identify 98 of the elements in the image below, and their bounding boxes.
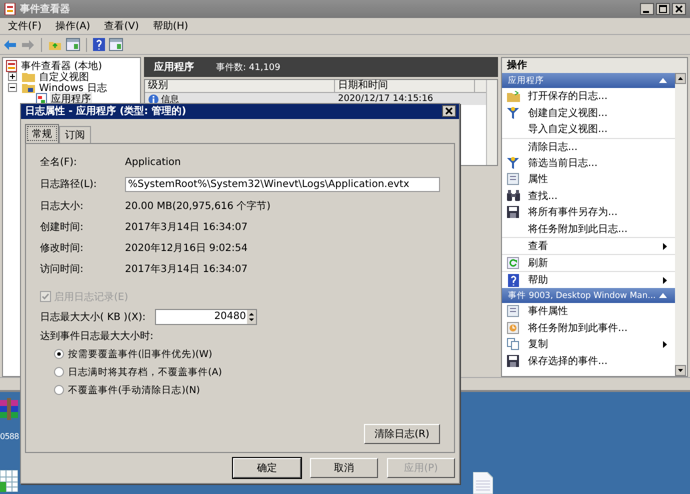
size-spinner[interactable]: 20480 (155, 308, 257, 325)
column-header[interactable]: 级别 (145, 80, 335, 92)
app-icon (4, 3, 16, 15)
tree-item[interactable]: Windows 日志 (38, 80, 108, 94)
menu-item[interactable]: 查看(V) (104, 19, 139, 33)
checkbox-label: 启用日志记录(E) (54, 290, 128, 304)
window-title: 事件查看器 (20, 2, 70, 16)
field-label: 访问时间: (40, 262, 84, 276)
log-title: 应用程序 (154, 60, 194, 74)
radio-label: 日志满时将其存档，不覆盖事件(A) (68, 366, 222, 379)
radio-button[interactable] (54, 367, 64, 378)
policy-label: 达到事件日志最大大小时: (40, 330, 154, 343)
clear-log-button[interactable]: 清除日志(R) (364, 424, 440, 444)
spreadsheet-icon[interactable] (0, 470, 18, 492)
field-value: 2017年3月14日 16:34:07 (125, 262, 249, 276)
tab[interactable]: 订阅 (59, 126, 91, 143)
field-label: 日志路径(L): (40, 178, 98, 191)
actions-title: 操作 (502, 58, 687, 73)
spin-arrows-icon[interactable] (247, 310, 256, 324)
collapse-caret-icon[interactable] (659, 78, 667, 83)
section-header[interactable]: 应用程序 (502, 73, 675, 88)
section-header[interactable]: 事件 9003, Desktop Window Man... (502, 288, 675, 303)
table-cell-text: 2020/12/17 14:15:16 (337, 94, 434, 104)
dialog-button[interactable]: 确定 (233, 458, 301, 478)
action-item[interactable]: 打开保存的日志... (524, 89, 667, 104)
tree-item[interactable]: 事件查看器 (本地) (20, 58, 103, 72)
menu-item[interactable]: 帮助(H) (152, 19, 188, 33)
menu-item[interactable]: 操作(A) (56, 19, 90, 33)
help-icon[interactable] (93, 38, 105, 51)
action-item[interactable]: 复制 (524, 337, 663, 352)
action-item[interactable]: 创建自定义视图... (524, 106, 667, 120)
column-header[interactable]: 日期和时间 (335, 80, 475, 92)
radio-button[interactable] (54, 349, 64, 360)
scrollbar[interactable] (675, 73, 687, 376)
close-icon[interactable] (442, 105, 456, 118)
action-item[interactable]: 筛选当前日志... (524, 156, 667, 170)
collapse-caret-icon[interactable] (659, 293, 667, 298)
help-icon (508, 274, 518, 286)
panel-icon[interactable] (109, 38, 123, 51)
section-title: 应用程序 (508, 74, 544, 86)
log-icon (36, 92, 47, 104)
event-viewer-icon (6, 60, 17, 72)
scroll-up-icon[interactable] (675, 73, 686, 84)
table-cell-text: 信息 (161, 94, 179, 106)
action-item[interactable]: 帮助 (524, 273, 663, 287)
radio-label: 不覆盖事件(手动清除日志)(N) (68, 384, 200, 397)
back-arrow-icon[interactable] (3, 38, 17, 50)
filter-icon (507, 106, 519, 119)
folder-icon (22, 71, 35, 82)
folder-icon (22, 82, 35, 93)
section-title: 事件 9003, Desktop Window Man... (508, 290, 656, 302)
field-label: 日志最大大小( KB )(X): (40, 310, 147, 324)
action-item[interactable]: 查找... (524, 188, 667, 203)
action-item[interactable]: 刷新 (524, 256, 667, 270)
maximize-icon[interactable] (656, 3, 670, 15)
properties-icon (507, 305, 519, 318)
action-item[interactable]: 保存选择的事件... (524, 354, 667, 368)
action-item[interactable]: 查看 (524, 239, 663, 253)
dialog-title: 日志属性 - 应用程序 (类型: 管理的) (25, 104, 186, 118)
refresh-icon (507, 257, 519, 269)
action-item[interactable]: 导入自定义视图... (524, 122, 667, 136)
action-item[interactable]: 将任务附加到此日志... (524, 222, 667, 236)
field-label: 全名(F): (40, 156, 78, 169)
action-item[interactable]: 将任务附加到此事件... (524, 320, 667, 335)
radio-label: 按需要覆盖事件(旧事件优先)(W) (68, 348, 212, 361)
field-label: 创建时间: (40, 220, 84, 234)
minimize-icon[interactable] (640, 3, 654, 15)
field-value: 2020年12月16日 9:02:54 (125, 242, 249, 255)
action-item[interactable]: 事件属性 (524, 304, 667, 318)
task-icon (507, 322, 519, 334)
folder-icon (506, 90, 520, 102)
path-field[interactable]: %SystemRoot%\System32\Winevt\Logs\Application.evtx (125, 176, 440, 192)
desktop-icon-label[interactable]: 0588 (0, 432, 19, 441)
field-value: 2017年3月14日 16:34:07 (125, 220, 249, 234)
properties-icon (507, 173, 519, 186)
copy-icon (507, 338, 519, 350)
expander-icon[interactable] (8, 72, 17, 81)
close-icon[interactable] (672, 3, 686, 15)
scroll-down-icon[interactable] (675, 365, 686, 376)
field-label: 日志大小: (40, 200, 84, 213)
expander-icon[interactable] (8, 83, 17, 92)
panel-icon[interactable] (66, 38, 80, 51)
menu-item[interactable]: 文件(F) (8, 19, 42, 33)
field-value: 20.00 MB(20,975,616 个字节) (125, 200, 272, 213)
event-count: 事件数: 41,109 (216, 62, 280, 74)
action-item[interactable]: 清除日志... (524, 140, 667, 154)
action-item[interactable]: 属性 (524, 172, 667, 186)
radio-button[interactable] (54, 385, 64, 396)
action-item[interactable]: 将所有事件另存为... (524, 205, 667, 220)
field-label: 修改时间: (40, 242, 84, 255)
field-value: Application (125, 156, 182, 169)
scrollbar[interactable] (486, 80, 497, 165)
tab[interactable]: 常规 (25, 124, 59, 143)
filter-icon (507, 156, 519, 169)
document-icon[interactable] (473, 472, 493, 494)
dialog-button[interactable]: 取消 (310, 458, 378, 478)
binoculars-icon (506, 190, 520, 202)
tree-item[interactable]: 自定义视图 (38, 70, 90, 84)
